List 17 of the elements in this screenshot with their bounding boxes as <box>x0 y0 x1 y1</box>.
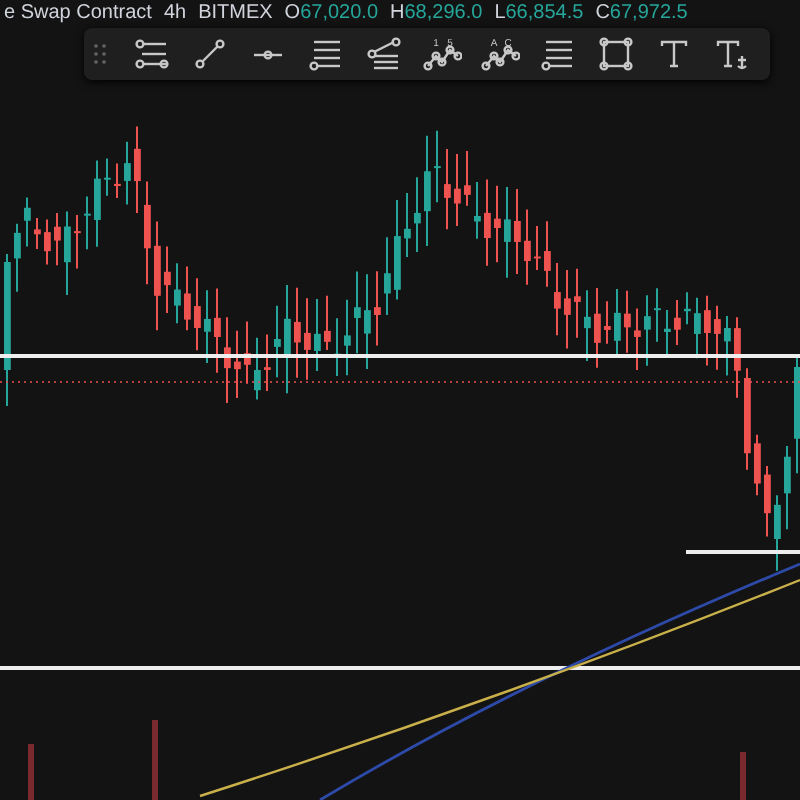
fib-fan-icon <box>365 36 401 72</box>
horizontal-lines-icon <box>539 36 575 72</box>
ohlc-value: L66,854.5 <box>494 1 584 23</box>
interval-label: 4h <box>163 1 187 23</box>
anchored-text-icon <box>713 36 749 72</box>
ohlc-value: O67,020.0 <box>284 1 379 23</box>
ohlc-value: C67,972.5 <box>595 1 688 23</box>
exchange-label: BITMEX <box>198 1 273 23</box>
parallel-channel-icon <box>133 36 169 72</box>
symbol-name: e Swap Contract <box>4 1 152 23</box>
horizontal-lines-icon <box>307 36 343 72</box>
horizontal-line-icon <box>251 49 283 59</box>
trend-line-icon <box>191 36 227 72</box>
rectangle-icon <box>597 36 633 72</box>
drag-handle-icon[interactable] <box>92 40 108 68</box>
ohlc-value: H68,296.0 <box>390 1 483 23</box>
text-tool-icon <box>655 36 691 72</box>
